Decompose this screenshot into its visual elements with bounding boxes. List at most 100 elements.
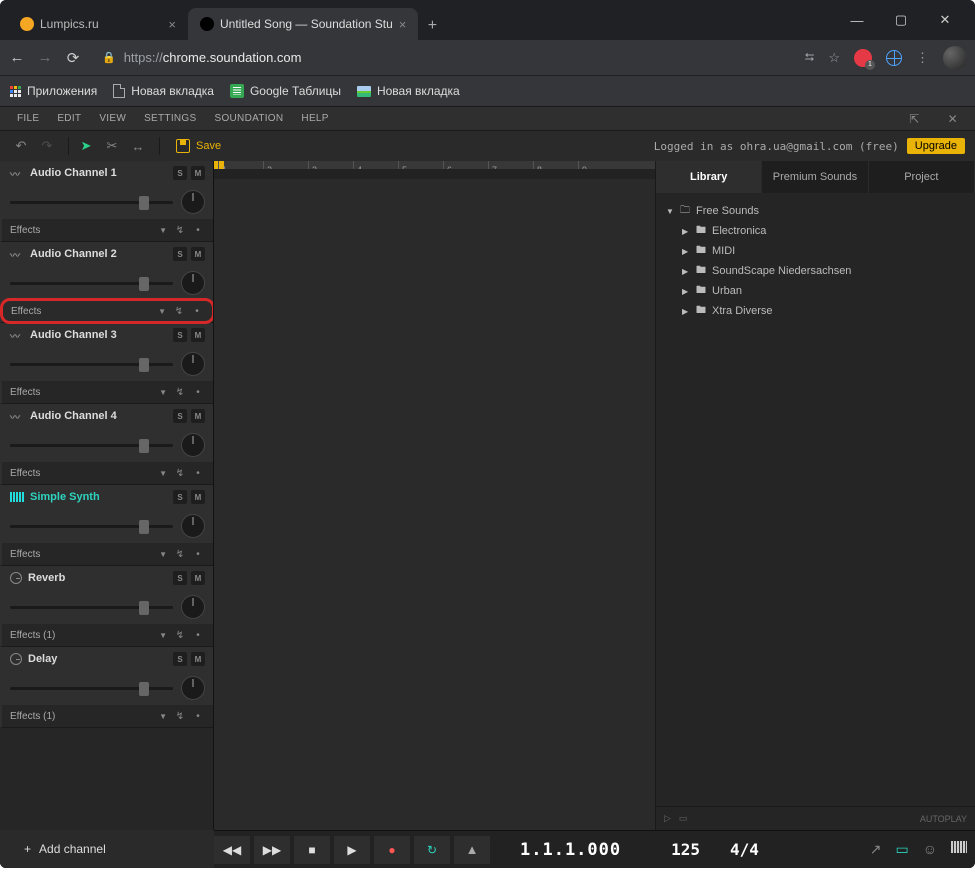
more-icon[interactable]: •	[191, 549, 205, 560]
profile-avatar[interactable]	[943, 46, 967, 70]
save-button[interactable]: Save	[176, 139, 221, 153]
stretch-tool[interactable]: ↔	[127, 135, 149, 157]
track-header[interactable]: Audio Channel 2 SM Effects▼ ↯•	[0, 242, 213, 323]
mute-button[interactable]: M	[191, 571, 205, 585]
loop-button[interactable]: ↻	[414, 836, 450, 864]
piano-icon[interactable]	[951, 841, 967, 853]
pan-knob[interactable]	[181, 595, 205, 619]
effects-dropdown[interactable]: Effects▼ ↯•	[0, 298, 214, 324]
forward-button[interactable]: ▶▶	[254, 836, 290, 864]
undo-button[interactable]: ↶	[10, 135, 32, 157]
autoplay-toggle[interactable]: AUTOPLAY	[920, 814, 967, 824]
play-button[interactable]: ▶	[334, 836, 370, 864]
translate-icon[interactable]: ⮀	[805, 50, 815, 65]
automation-icon[interactable]: ↯	[173, 225, 187, 236]
volume-slider[interactable]	[10, 201, 173, 204]
forward-button[interactable]: →	[36, 49, 54, 66]
tab-project[interactable]: Project	[869, 161, 975, 193]
automation-icon[interactable]: ↯	[172, 306, 186, 317]
automation-icon[interactable]: ↯	[173, 549, 187, 560]
track-header[interactable]: Audio Channel 1 SM Effects▼ ↯•	[0, 161, 213, 242]
track-header[interactable]: Reverb SM Effects (1)▼ ↯•	[0, 566, 213, 647]
signature-display[interactable]: 4/4	[730, 840, 759, 859]
unpin-icon[interactable]: ⇱	[900, 112, 928, 126]
tab-library[interactable]: Library	[656, 161, 762, 193]
bookmark-item[interactable]: Новая вкладка	[357, 84, 460, 98]
tree-folder[interactable]: ▶🖿MIDI	[666, 241, 965, 261]
automation-icon[interactable]: ↯	[173, 711, 187, 722]
tree-root[interactable]: ▼🗀Free Sounds	[666, 201, 965, 221]
solo-button[interactable]: S	[173, 328, 187, 342]
mute-button[interactable]: M	[191, 409, 205, 423]
menu-settings[interactable]: SETTINGS	[135, 113, 205, 124]
solo-button[interactable]: S	[173, 490, 187, 504]
close-panel-icon[interactable]: ✕	[939, 112, 967, 126]
track-header[interactable]: Simple Synth SM Effects▼ ↯•	[0, 485, 213, 566]
effects-dropdown[interactable]: Effects▼ ↯•	[2, 381, 213, 403]
mute-button[interactable]: M	[191, 247, 205, 261]
tab-add-button[interactable]: +	[418, 12, 446, 40]
menu-edit[interactable]: EDIT	[48, 113, 90, 124]
reload-button[interactable]: ⟳	[64, 49, 82, 67]
url-field[interactable]: 🔒 https://chrome.soundation.com	[92, 50, 795, 65]
track-header[interactable]: Audio Channel 4 SM Effects▼ ↯•	[0, 404, 213, 485]
effects-dropdown[interactable]: Effects▼ ↯•	[2, 462, 213, 484]
mute-button[interactable]: M	[191, 652, 205, 666]
menu-view[interactable]: VIEW	[90, 113, 135, 124]
menu-soundation[interactable]: SOUNDATION	[205, 113, 292, 124]
pan-knob[interactable]	[181, 433, 205, 457]
close-window-button[interactable]: ✕	[923, 5, 967, 35]
menu-help[interactable]: HELP	[292, 113, 337, 124]
tree-folder[interactable]: ▶🖿Electronica	[666, 221, 965, 241]
tab-soundation[interactable]: Untitled Song — Soundation Stu ×	[188, 8, 418, 40]
mute-button[interactable]: M	[191, 328, 205, 342]
pan-knob[interactable]	[181, 676, 205, 700]
tab-lumpics[interactable]: Lumpics.ru ×	[8, 8, 188, 40]
rewind-button[interactable]: ◀◀	[214, 836, 250, 864]
automation-icon[interactable]: ↯	[173, 387, 187, 398]
minimize-button[interactable]: —	[835, 5, 879, 35]
volume-slider[interactable]	[10, 606, 173, 609]
effects-dropdown[interactable]: Effects▼ ↯•	[2, 219, 213, 241]
smiley-icon[interactable]: ☺	[923, 841, 937, 858]
menu-icon[interactable]: ⋮	[916, 50, 929, 66]
folder-open-icon[interactable]: ▭	[895, 841, 908, 858]
pan-knob[interactable]	[181, 271, 205, 295]
time-display[interactable]: 1.1.1.000	[520, 840, 621, 860]
volume-slider[interactable]	[10, 363, 173, 366]
automation-icon[interactable]: ↯	[173, 468, 187, 479]
extension-globe-icon[interactable]	[886, 50, 902, 66]
redo-button[interactable]: ↷	[36, 135, 58, 157]
track-header[interactable]: Delay SM Effects (1)▼ ↯•	[0, 647, 213, 728]
track-header[interactable]: Audio Channel 3 SM Effects▼ ↯•	[0, 323, 213, 404]
cut-tool[interactable]: ✂	[101, 135, 123, 157]
volume-slider[interactable]	[10, 687, 173, 690]
apps-button[interactable]: Приложения	[10, 84, 97, 98]
solo-button[interactable]: S	[173, 247, 187, 261]
star-icon[interactable]: ☆	[828, 50, 840, 66]
effects-dropdown[interactable]: Effects (1)▼ ↯•	[2, 705, 213, 727]
metronome-button[interactable]: ▲	[454, 836, 490, 864]
tempo-display[interactable]: 125	[671, 840, 700, 859]
maximize-button[interactable]: ▢	[879, 5, 923, 35]
effects-dropdown[interactable]: Effects (1)▼ ↯•	[2, 624, 213, 646]
pointer-tool[interactable]: ➤	[75, 135, 97, 157]
solo-button[interactable]: S	[173, 652, 187, 666]
more-icon[interactable]: •	[191, 225, 205, 236]
volume-slider[interactable]	[10, 282, 173, 285]
more-icon[interactable]: •	[191, 387, 205, 398]
more-icon[interactable]: •	[191, 468, 205, 479]
tree-folder[interactable]: ▶🖿SoundScape Niedersachsen	[666, 261, 965, 281]
bookmark-item[interactable]: Google Таблицы	[230, 84, 341, 98]
play-preview-icon[interactable]: ▷	[664, 813, 671, 824]
solo-button[interactable]: S	[173, 571, 187, 585]
close-icon[interactable]: ×	[168, 17, 176, 32]
menu-file[interactable]: FILE	[8, 113, 48, 124]
loop-preview-icon[interactable]: ▭	[679, 813, 688, 824]
popout-icon[interactable]: ↗	[870, 841, 882, 858]
pan-knob[interactable]	[181, 190, 205, 214]
back-button[interactable]: ←	[8, 49, 26, 66]
extension-opera-icon[interactable]	[854, 49, 872, 67]
volume-slider[interactable]	[10, 444, 173, 447]
more-icon[interactable]: •	[190, 306, 204, 317]
